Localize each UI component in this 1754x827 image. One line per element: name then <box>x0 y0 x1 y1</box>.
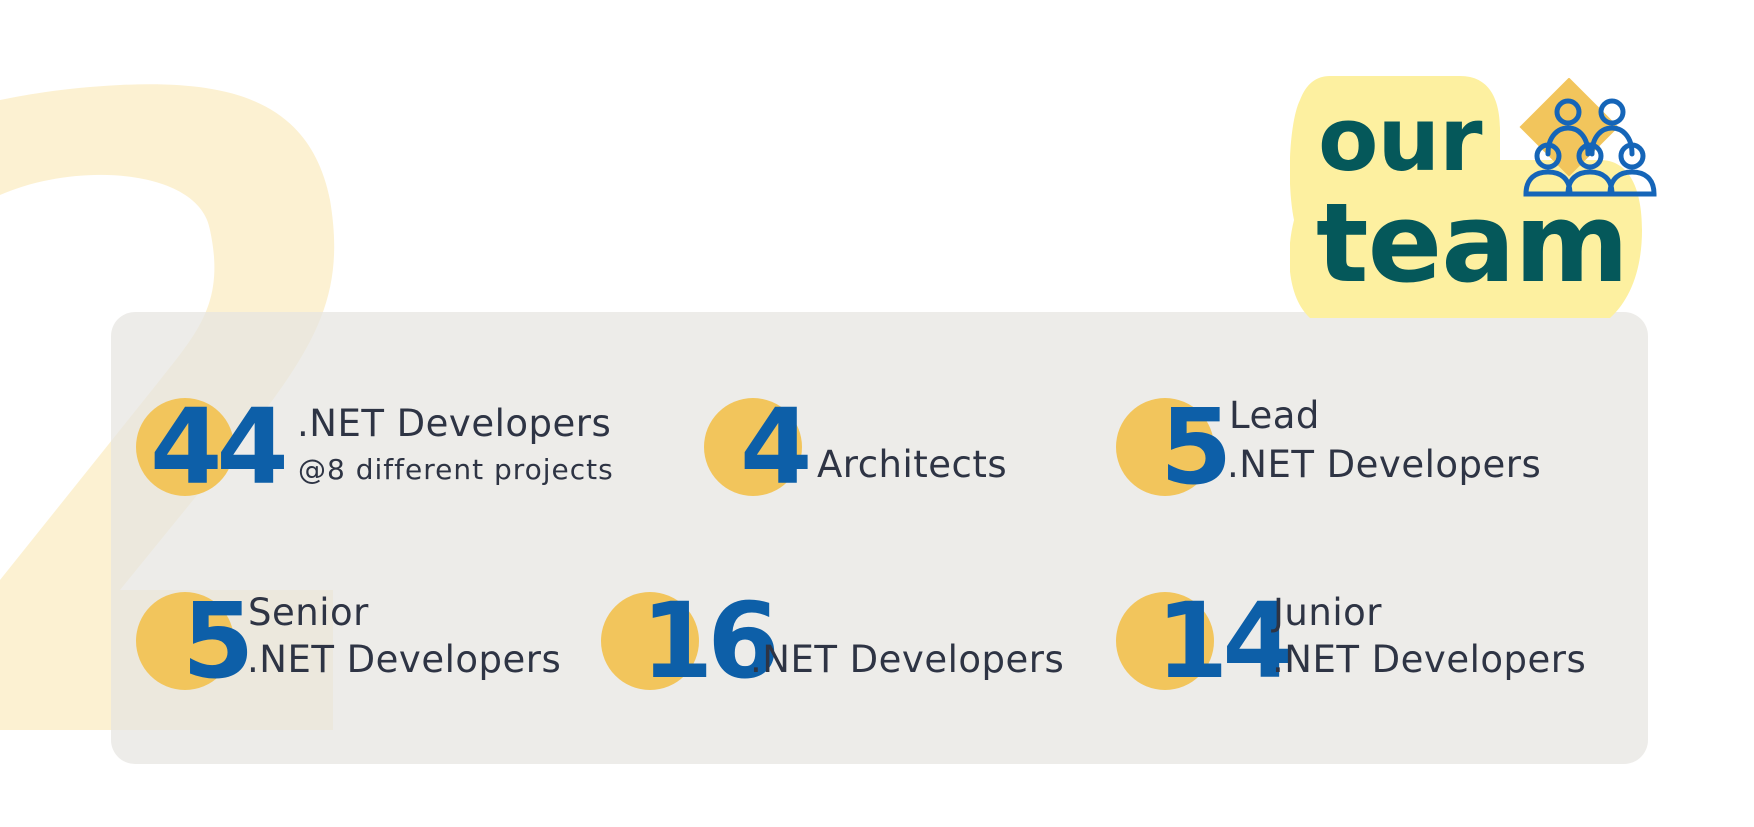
stat-number: 4 <box>740 386 812 508</box>
stat-label: Junior <box>1273 591 1382 634</box>
stat-senior-developers: 5 Senior .NET Developers <box>136 586 596 696</box>
title-block: our team <box>1290 60 1670 320</box>
stat-label: Architects <box>817 443 1008 486</box>
stat-label: Senior <box>248 591 369 634</box>
stat-lead-developers: 5 Lead .NET Developers <box>1116 392 1576 502</box>
stat-dotnet-developers: 44 .NET Developers @8 different projects <box>136 392 656 502</box>
stat-label: .NET Developers <box>750 638 1065 681</box>
stat-junior-developers: 14 Junior .NET Developers <box>1116 586 1636 696</box>
stat-number: 14 <box>1156 580 1295 702</box>
stat-sublabel: .NET Developers <box>247 638 562 681</box>
stat-number: 5 <box>1160 386 1232 508</box>
stat-architects: 4 Architects <box>704 392 1044 502</box>
stat-sublabel: .NET Developers <box>1227 443 1542 486</box>
stats-panel <box>111 312 1648 764</box>
stat-number: 44 <box>150 386 289 508</box>
stat-label: .NET Developers <box>297 402 612 445</box>
stat-sublabel: @8 different projects <box>298 453 614 486</box>
stat-developers: 16 .NET Developers <box>601 586 1101 696</box>
title-line-our: our <box>1318 88 1483 191</box>
stat-sublabel: .NET Developers <box>1272 638 1587 681</box>
team-people-icon <box>1519 78 1657 197</box>
stat-label: Lead <box>1229 394 1320 437</box>
stat-number: 5 <box>182 580 254 702</box>
